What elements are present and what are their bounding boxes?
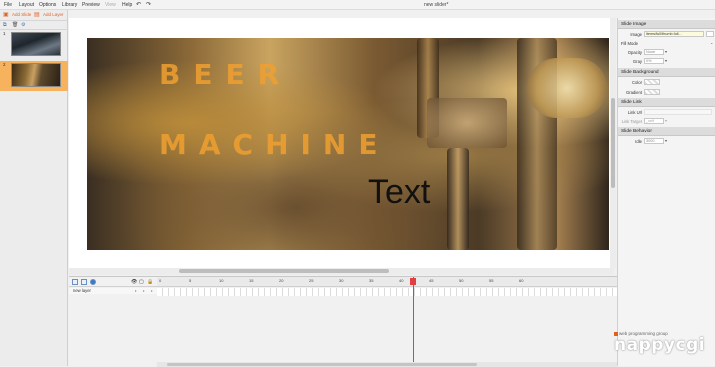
solo-dot[interactable]: • xyxy=(151,288,152,293)
section-slide-background[interactable]: Slide Background xyxy=(618,68,715,77)
stage-horizontal-scrollbar[interactable] xyxy=(69,268,614,275)
menu-layout[interactable]: Layout xyxy=(19,2,34,8)
visibility-dot[interactable]: • xyxy=(135,288,136,293)
settings-icon[interactable]: ⚙ xyxy=(21,22,25,28)
properties-panel: Slide Image Image items/full/thumb.full.… xyxy=(617,18,715,366)
menu-options[interactable]: Options xyxy=(39,2,56,8)
tick-label: 0 xyxy=(159,278,162,283)
stage: BEER MACHINE Text xyxy=(69,18,614,268)
slide-toolbar: ▣ Add Slide ▤ Add Layer xyxy=(0,10,68,21)
slides-panel: ▣ Add Slide ▤ Add Layer ⧉ 🗑 ⚙ 1 2 xyxy=(0,10,68,366)
headline-beer[interactable]: BEER xyxy=(159,58,292,91)
layer-track[interactable] xyxy=(157,288,617,296)
lock-dot[interactable]: • xyxy=(143,288,144,293)
menubar: File Layout Options Library Preview View… xyxy=(0,0,715,10)
add-slide-button[interactable]: Add Slide xyxy=(12,12,31,17)
help-icon[interactable] xyxy=(90,279,96,285)
watermark-logo: nappycgi xyxy=(614,335,706,355)
lock-icon[interactable]: ▢ xyxy=(139,279,144,285)
gray-select[interactable]: 0% xyxy=(644,58,664,64)
stage-vertical-scrollbar[interactable] xyxy=(610,18,616,268)
menu-file[interactable]: File xyxy=(4,2,12,8)
tick-label: 45 xyxy=(429,278,434,283)
headline-machine[interactable]: MACHINE xyxy=(159,128,390,161)
fill-mode-label: Fill Mode xyxy=(621,41,638,46)
link-url-label: Link Url xyxy=(627,110,642,115)
tick-label: 15 xyxy=(249,278,254,283)
slide-canvas[interactable]: BEER MACHINE Text xyxy=(87,38,609,250)
duplicate-icon[interactable]: ⧉ xyxy=(3,22,7,28)
color-swatch[interactable] xyxy=(644,79,660,85)
add-layer-icon[interactable]: ▤ xyxy=(34,11,40,18)
slide-item[interactable]: 1 xyxy=(0,30,68,60)
slide-number: 1 xyxy=(3,31,6,36)
scroll-thumb[interactable] xyxy=(179,269,389,273)
layer-duplicate-icon[interactable] xyxy=(81,279,87,285)
time-ruler[interactable]: 0 5 10 15 20 25 30 35 40 45 50 55 60 xyxy=(157,277,617,287)
link-url-field[interactable] xyxy=(644,109,712,115)
slide-thumbnail[interactable] xyxy=(11,63,61,87)
playhead[interactable] xyxy=(413,277,414,367)
section-slide-link[interactable]: Slide Link xyxy=(618,98,715,107)
section-slide-behavior[interactable]: Slide Behavior xyxy=(618,127,715,136)
tick-label: 60 xyxy=(519,278,524,283)
browse-image-button[interactable] xyxy=(706,31,714,37)
menu-help[interactable]: Help xyxy=(122,2,132,8)
chevron-down-icon[interactable]: ▾ xyxy=(665,49,667,54)
tick-label: 35 xyxy=(369,278,374,283)
tap-decoration xyxy=(427,98,507,148)
text-layer[interactable]: Text xyxy=(368,173,430,212)
timeline: 👁 ▢ 🔒 new layer • • • 0 5 10 15 20 25 30… xyxy=(69,276,617,367)
idle-select[interactable]: 3000 xyxy=(644,138,664,144)
tick-label: 30 xyxy=(339,278,344,283)
color-label: Color xyxy=(631,80,642,85)
layer-add-icon[interactable] xyxy=(72,279,78,285)
tick-label: 40 xyxy=(399,278,404,283)
idle-label: Idle xyxy=(635,139,642,144)
logo-disc xyxy=(527,58,607,118)
tick-label: 25 xyxy=(309,278,314,283)
tick-label: 20 xyxy=(279,278,284,283)
opacity-label: Opacity xyxy=(627,50,642,55)
tick-label: 55 xyxy=(489,278,494,283)
gradient-swatch[interactable] xyxy=(644,89,660,95)
section-slide-image[interactable]: Slide Image xyxy=(618,20,715,29)
slide-item-selected[interactable]: 2 xyxy=(0,61,68,91)
opacity-select[interactable]: None xyxy=(644,49,664,55)
timeline-scrollbar[interactable] xyxy=(157,362,617,367)
undo-icon[interactable]: ↶ xyxy=(136,1,141,8)
link-target-select[interactable]: _self xyxy=(644,118,664,124)
add-layer-button[interactable]: Add Layer xyxy=(43,12,64,17)
tap-decoration xyxy=(447,148,469,250)
link-target-label: Link Target xyxy=(621,119,642,124)
tick-label: 10 xyxy=(219,278,224,283)
redo-icon[interactable]: ↷ xyxy=(146,1,151,8)
chevron-down-icon[interactable]: ▾ xyxy=(665,58,667,63)
menu-view[interactable]: View xyxy=(105,2,116,8)
eye-icon[interactable]: 👁 xyxy=(131,279,137,285)
slide-thumbnail[interactable] xyxy=(11,32,61,56)
chevron-down-icon[interactable]: ▾ xyxy=(665,138,667,143)
slide-actions-toolbar: ⧉ 🗑 ⚙ xyxy=(0,21,68,30)
layer-name[interactable]: new layer xyxy=(73,288,91,293)
image-label: Image xyxy=(630,32,642,37)
timeline-toolbar: 👁 ▢ 🔒 xyxy=(69,277,157,287)
playhead-handle[interactable] xyxy=(410,278,416,285)
chevron-down-icon[interactable]: ▾ xyxy=(665,118,667,123)
add-slide-icon[interactable]: ▣ xyxy=(3,11,9,18)
tick-label: 5 xyxy=(189,278,192,283)
gray-label: Gray xyxy=(632,59,642,64)
gradient-label: Gradient xyxy=(625,90,642,95)
menu-library[interactable]: Library xyxy=(62,2,77,8)
menu-preview[interactable]: Preview xyxy=(82,2,100,8)
lock-icon[interactable]: 🔒 xyxy=(147,279,153,285)
trash-icon[interactable]: 🗑 xyxy=(12,22,18,28)
slide-number: 2 xyxy=(3,62,6,67)
scroll-thumb[interactable] xyxy=(611,98,615,188)
document-title: new slider* xyxy=(424,2,449,8)
chevron-down-icon[interactable]: ⌄ xyxy=(710,40,713,45)
tick-label: 50 xyxy=(459,278,464,283)
layer-row[interactable]: new layer • • • xyxy=(69,288,157,294)
image-path-field[interactable]: items/full/thumb.full... xyxy=(644,31,704,37)
